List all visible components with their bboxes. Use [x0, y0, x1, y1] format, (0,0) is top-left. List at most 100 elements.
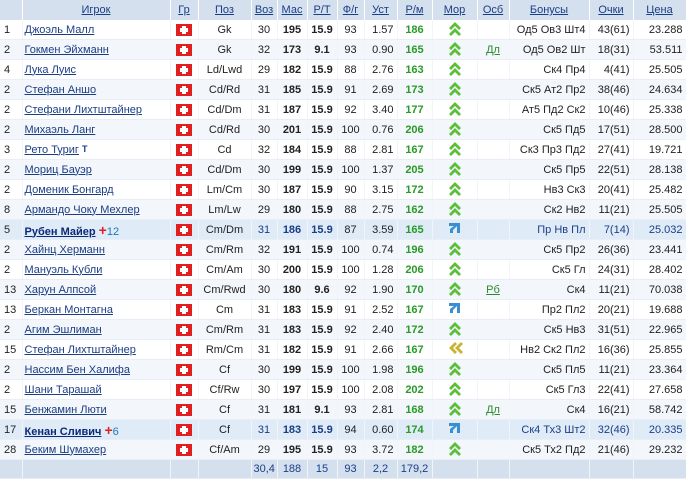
header-rt[interactable]: Р/Т: [307, 0, 338, 20]
player-name-link[interactable]: Шани Тарашай: [25, 384, 102, 396]
player-name-cell: Беким Шумахер: [22, 439, 171, 460]
country-cell: [170, 20, 199, 40]
table-row: 13 Беркан Монтагна Cm 31 183 15.9 91 2.52 167 Пр2…: [0, 299, 686, 320]
swiss-flag-icon: [176, 63, 192, 76]
header-price[interactable]: Цена: [633, 0, 686, 20]
mood-right-icon: [447, 300, 463, 319]
header-rm[interactable]: Р/м: [397, 0, 433, 20]
player-name-link[interactable]: Рубен Майер: [25, 226, 96, 238]
player-name-cell: Хайнц Херманн: [22, 239, 171, 260]
age-cell: 30: [251, 259, 278, 280]
player-name-link[interactable]: Кенан Сливич: [25, 426, 102, 438]
points-cell: 16(36): [589, 339, 634, 360]
special-link[interactable]: Дл: [486, 44, 500, 56]
player-name-link[interactable]: Стефан Лихтштайнер: [25, 344, 136, 356]
player-name-link[interactable]: Нассим Бен Халифа: [25, 364, 130, 376]
table-row: 2 Нассим Бен Халифа Cf 30 199 15.9 100 1.98 196 С…: [0, 359, 686, 380]
player-name-cell: Джоэль Малл: [22, 20, 171, 40]
age-cell: 31: [251, 99, 278, 120]
player-name-link[interactable]: Беркан Монтагна: [25, 304, 113, 316]
mood-up-icon: [448, 280, 462, 299]
player-name-link[interactable]: Мануэль Кубли: [25, 264, 103, 276]
player-name-link[interactable]: Бенжамин Люти: [25, 404, 107, 416]
mood-cell: [432, 399, 478, 420]
special-link[interactable]: Дл: [486, 404, 500, 416]
player-name-link[interactable]: Стефани Лихтштайнер: [25, 104, 143, 116]
fg-cell: 94: [337, 419, 365, 440]
country-cell: [170, 219, 199, 240]
injury-days: 12: [106, 225, 120, 238]
mood-up-icon: [448, 140, 462, 159]
header-age[interactable]: Воз: [251, 0, 278, 20]
ust-cell: 0.76: [364, 119, 398, 140]
special-link[interactable]: Рб: [486, 284, 500, 296]
player-name-link[interactable]: Армандо Чоку Мехлер: [25, 204, 140, 216]
age-cell: 30: [251, 379, 278, 400]
rm-cell: 163: [397, 59, 433, 80]
player-name-link[interactable]: Стефан Аншо: [25, 84, 97, 96]
row-number: 2: [0, 319, 23, 340]
price-cell: 28.402: [633, 259, 686, 280]
fg-cell: 92: [337, 279, 365, 300]
rt-cell: 15.9: [307, 339, 338, 360]
points-cell: 11(21): [589, 199, 634, 220]
bonuses-cell: Ск5 Ат2 Пр2: [509, 79, 590, 100]
player-name-link[interactable]: Гокмен Эйхманн: [25, 44, 109, 56]
fg-cell: 88: [337, 59, 365, 80]
header-osb[interactable]: Осб: [477, 0, 510, 20]
rm-cell: 206: [397, 259, 433, 280]
table-row: 2 Стефани Лихтштайнер Cd/Dm 31 187 15.9 92 3.40…: [0, 99, 686, 120]
bonuses-cell: Пр Нв Пл: [509, 219, 590, 240]
player-name-cell: Мориц Бауэр: [22, 159, 171, 180]
mood-cell: [432, 159, 478, 180]
points-cell: 11(21): [589, 279, 634, 300]
header-country[interactable]: Гр: [170, 0, 199, 20]
header-ust[interactable]: Уст: [364, 0, 398, 20]
age-cell: 30: [251, 119, 278, 140]
player-name-link[interactable]: Михаэль Ланг: [25, 124, 96, 136]
country-cell: [170, 39, 199, 60]
header-pos[interactable]: Поз: [198, 0, 252, 20]
swiss-flag-icon: [176, 363, 192, 376]
mas-cell: 183: [277, 319, 308, 340]
player-name-link[interactable]: Хайнц Херманн: [25, 244, 105, 256]
summary-empty: [22, 459, 171, 479]
player-name-link[interactable]: Доменик Бонгард: [25, 184, 114, 196]
mas-cell: 182: [277, 339, 308, 360]
rm-cell: 205: [397, 159, 433, 180]
player-name-link[interactable]: Джоэль Малл: [25, 24, 95, 36]
special-cell: [477, 439, 510, 460]
player-name-cell: Агим Эшлиман: [22, 319, 171, 340]
country-cell: [170, 339, 199, 360]
header-mas[interactable]: Мас: [277, 0, 308, 20]
mood-cell: [432, 259, 478, 280]
header-player[interactable]: Игрок: [22, 0, 171, 20]
swiss-flag-icon: [176, 163, 192, 176]
player-name-link[interactable]: Рето Туриг: [25, 144, 79, 156]
table-row: 17 Кенан Сливич +6 Cf 31 183 15.9 94 0.60 174 Ск4…: [0, 419, 686, 440]
points-cell: 21(46): [589, 439, 634, 460]
player-name-link[interactable]: Лука Луис: [25, 64, 77, 76]
ust-cell: 2.52: [364, 299, 398, 320]
header-bonuses[interactable]: Бонусы: [509, 0, 590, 20]
row-number: 15: [0, 339, 23, 360]
header-points[interactable]: Очки: [589, 0, 634, 20]
swiss-flag-icon: [176, 323, 192, 336]
header-mor[interactable]: Мор: [432, 0, 478, 20]
player-name-link[interactable]: Агим Эшлиман: [25, 324, 102, 336]
player-name-cell: Армандо Чоку Мехлер: [22, 199, 171, 220]
price-cell: 19.688: [633, 299, 686, 320]
mood-up-icon: [448, 20, 462, 39]
position-cell: Cm/Dm: [198, 219, 252, 240]
player-name-link[interactable]: Беким Шумахер: [25, 444, 107, 456]
swiss-flag-icon: [176, 103, 192, 116]
mood-cell: [432, 199, 478, 220]
fg-cell: 100: [337, 119, 365, 140]
ust-cell: 3.59: [364, 219, 398, 240]
player-name-link[interactable]: Мориц Бауэр: [25, 164, 92, 176]
special-cell: [477, 79, 510, 100]
player-name-link[interactable]: Харун Алпсой: [25, 284, 97, 296]
fg-cell: 91: [337, 79, 365, 100]
header-fg[interactable]: Ф/г: [337, 0, 365, 20]
country-cell: [170, 259, 199, 280]
